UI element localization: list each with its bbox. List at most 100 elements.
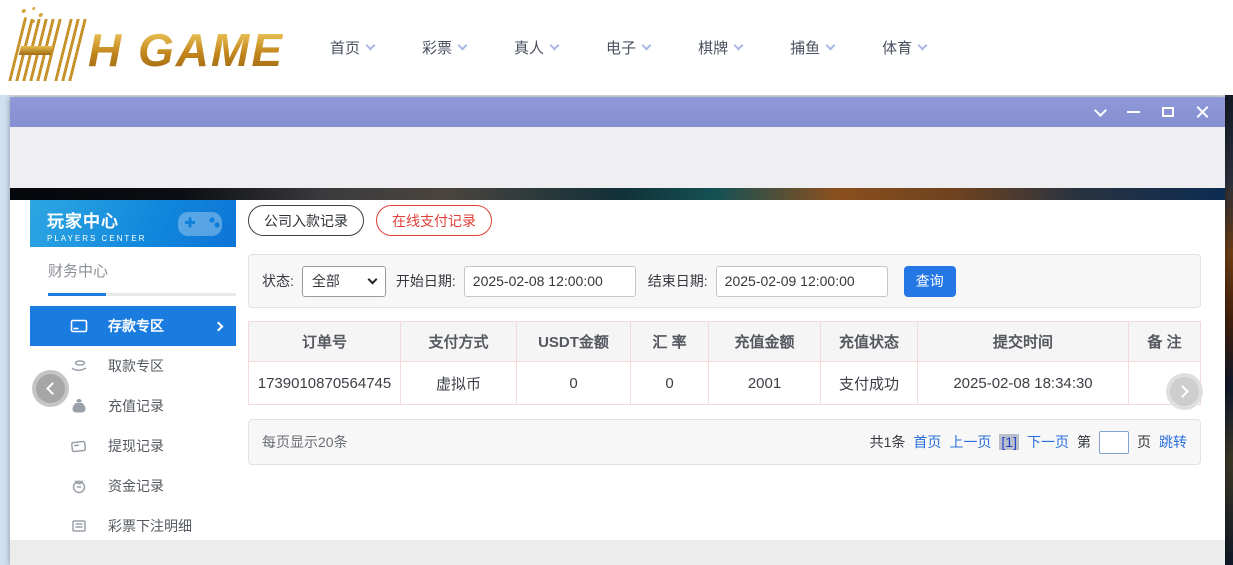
tab-company-deposit-records[interactable]: 公司入款记录 (248, 205, 364, 236)
sidebar-item-label: 存款专区 (108, 316, 164, 336)
main-nav: 首页 彩票 真人 电子 棋牌 捕鱼 (330, 0, 926, 95)
jump-link[interactable]: 跳转 (1159, 432, 1187, 452)
screen: H GAME 首页 彩票 真人 电子 棋牌 (0, 0, 1233, 565)
chevron-down-icon (366, 41, 376, 51)
sidebar-item-fund-records[interactable]: 资金记录 (30, 466, 236, 506)
tab-label: 公司入款记录 (264, 211, 348, 231)
collapse-icon[interactable] (1094, 104, 1107, 117)
table-header-row: 订单号 支付方式 USDT金额 汇 率 充值金额 充值状态 提交时间 备 注 (249, 322, 1201, 362)
table-row: 1739010870564745 虚拟币 0 0 2001 支付成功 2025-… (249, 362, 1201, 405)
cell-recharge-status: 支付成功 (821, 362, 918, 405)
minimize-icon[interactable] (1127, 111, 1140, 113)
bank-card-icon (70, 317, 88, 335)
brand-logo-text: H GAME (88, 23, 284, 77)
nav-item-slots[interactable]: 电子 (606, 37, 650, 58)
cell-usdt-amount: 0 (517, 362, 631, 405)
sidebar-divider (48, 293, 236, 296)
nav-item-sports[interactable]: 体育 (882, 37, 926, 58)
next-page-link[interactable]: 下一页 (1027, 432, 1069, 452)
sidebar-menu: 存款专区 取款专区 (30, 306, 236, 546)
start-date-label: 开始日期: (396, 271, 456, 291)
cell-order-no: 1739010870564745 (249, 362, 401, 405)
sidebar-item-lottery-bet-details[interactable]: 彩票下注明细 (30, 506, 236, 546)
page-background-left (0, 95, 10, 565)
page-size-text: 每页显示20条 (262, 432, 348, 452)
close-icon[interactable] (1196, 106, 1209, 119)
filter-bar: 状态: 全部 开始日期: 结束日期: 查询 (248, 254, 1201, 308)
chevron-down-icon (458, 41, 468, 51)
status-select-value: 全部 (312, 271, 340, 291)
jump-prefix-label: 第 (1077, 432, 1091, 452)
col-usdt-amount: USDT金额 (517, 322, 631, 362)
nav-item-chess[interactable]: 棋牌 (698, 37, 742, 58)
sidebar-section: 财务中心 (30, 247, 236, 296)
chevron-right-icon (214, 321, 224, 331)
sidebar-item-label: 资金记录 (108, 476, 164, 496)
banner-strip (10, 188, 1225, 200)
jump-suffix-label: 页 (1137, 432, 1151, 452)
sidebar-collapse-button[interactable] (32, 370, 69, 407)
page-jump-input[interactable] (1099, 431, 1129, 454)
cell-pay-method: 虚拟币 (401, 362, 517, 405)
sidebar-item-withdrawal-records[interactable]: 提现记录 (30, 426, 236, 466)
sidebar-item-label: 取款专区 (108, 356, 164, 376)
nav-item-lottery[interactable]: 彩票 (422, 37, 466, 58)
start-date-input[interactable] (464, 266, 636, 297)
cell-exchange-rate: 0 (631, 362, 709, 405)
nav-label: 棋牌 (698, 37, 728, 58)
coin-purse-icon (70, 477, 88, 495)
window-header-area (10, 127, 1225, 188)
sidebar-item-deposit-zone[interactable]: 存款专区 (30, 306, 236, 346)
sidebar-item-label: 彩票下注明细 (108, 516, 192, 536)
end-date-label: 结束日期: (648, 271, 708, 291)
current-page-indicator: [1] (999, 434, 1019, 450)
wallet-icon (70, 437, 88, 455)
chevron-down-icon (642, 41, 652, 51)
chevron-down-icon (550, 41, 560, 51)
chevron-down-icon (918, 41, 928, 51)
col-remark: 备 注 (1129, 322, 1201, 362)
col-recharge-amount: 充值金额 (709, 322, 821, 362)
sidebar-item-label: 充值记录 (108, 396, 164, 416)
maximize-icon[interactable] (1162, 107, 1174, 117)
nav-item-live[interactable]: 真人 (514, 37, 558, 58)
chevron-left-icon (46, 382, 59, 395)
end-date-input[interactable] (716, 266, 888, 297)
pagination-controls: 共1条 首页 上一页 [1] 下一页 第 页 跳转 (870, 431, 1187, 454)
chevron-down-icon (367, 275, 377, 285)
player-center-window: 玩家中心 PLAYERS CENTER 财务中心 (10, 97, 1225, 565)
sidebar: 玩家中心 PLAYERS CENTER 财务中心 (30, 200, 236, 540)
col-recharge-status: 充值状态 (821, 322, 918, 362)
nav-item-home[interactable]: 首页 (330, 37, 374, 58)
col-submit-time: 提交时间 (918, 322, 1129, 362)
cell-recharge-amount: 2001 (709, 362, 821, 405)
pagination-bar: 每页显示20条 共1条 首页 上一页 [1] 下一页 第 页 跳转 (248, 419, 1201, 465)
query-button[interactable]: 查询 (904, 266, 956, 297)
total-count-text: 共1条 (870, 432, 906, 452)
panel-expand-button[interactable] (1166, 373, 1203, 410)
nav-label: 体育 (882, 37, 912, 58)
nav-label: 彩票 (422, 37, 452, 58)
window-content: 玩家中心 PLAYERS CENTER 财务中心 (10, 200, 1225, 540)
status-select[interactable]: 全部 (302, 266, 386, 297)
money-bag-icon (70, 397, 88, 415)
first-page-link[interactable]: 首页 (913, 432, 941, 452)
record-tabs: 公司入款记录 在线支付记录 (248, 205, 1201, 236)
list-document-icon (70, 517, 88, 535)
tab-label: 在线支付记录 (392, 211, 476, 231)
nav-label: 真人 (514, 37, 544, 58)
nav-label: 捕鱼 (790, 37, 820, 58)
tab-online-payment-records[interactable]: 在线支付记录 (376, 205, 492, 236)
chevron-down-icon (826, 41, 836, 51)
brand-logo-mark-icon (8, 19, 87, 81)
cell-submit-time: 2025-02-08 18:34:30 (918, 362, 1129, 405)
window-titlebar[interactable] (10, 97, 1225, 127)
page-background-right (1225, 95, 1233, 565)
prev-page-link[interactable]: 上一页 (949, 432, 991, 452)
hand-money-icon (70, 357, 88, 375)
nav-item-fishing[interactable]: 捕鱼 (790, 37, 834, 58)
records-table: 订单号 支付方式 USDT金额 汇 率 充值金额 充值状态 提交时间 备 注 1 (248, 321, 1201, 405)
col-exchange-rate: 汇 率 (631, 322, 709, 362)
brand-logo[interactable]: H GAME (16, 10, 284, 90)
chevron-right-icon (1176, 385, 1189, 398)
